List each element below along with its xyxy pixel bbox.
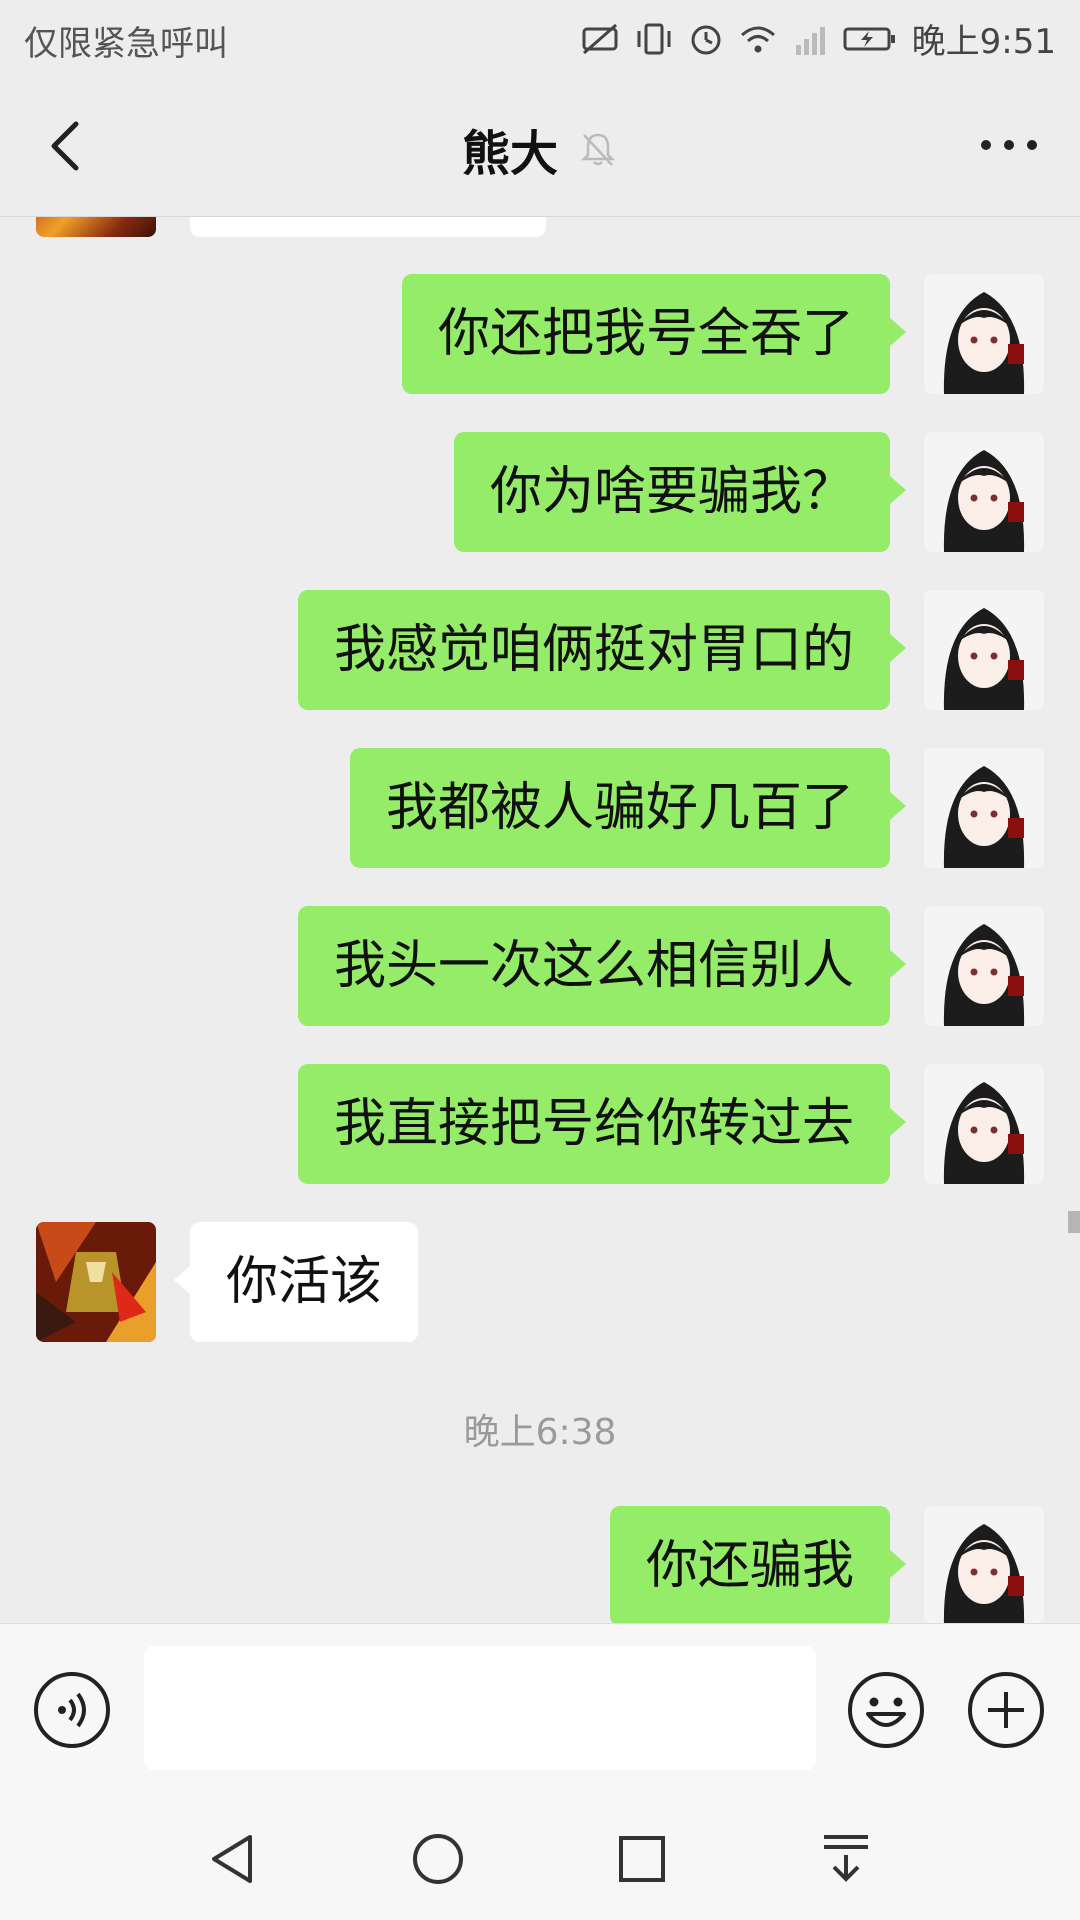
system-nav-bar: [0, 1797, 1080, 1920]
avatar-portrait-icon: [924, 432, 1044, 552]
chat-header: 熊大: [0, 76, 1080, 217]
plus-icon[interactable]: [966, 1670, 1046, 1750]
message-bubble-self[interactable]: 你还把我号全吞了: [401, 274, 907, 394]
nav-home-icon[interactable]: [408, 1829, 468, 1889]
message-bubble-self[interactable]: 我头一次这么相信别人: [297, 906, 907, 1026]
message-list[interactable]: 你还把我号全吞了 你为啥要骗我？ 我感觉咱俩挺对胃口的 我都被人骗好几百了 我头…: [0, 217, 1080, 1623]
bell-muted-icon: [580, 133, 616, 166]
message-bubble-other[interactable]: 你活该: [173, 1222, 419, 1342]
signal-icon: [795, 26, 825, 55]
message-timestamp: 晚上6:38: [463, 1412, 617, 1453]
message-bubble-self[interactable]: 我都被人骗好几百了: [349, 748, 907, 868]
message-bubble-self[interactable]: 我直接把号给你转过去: [297, 1064, 907, 1184]
alarm-icon: [691, 25, 721, 54]
wifi-icon: [740, 26, 775, 52]
self-avatar[interactable]: [924, 590, 1044, 710]
status-bar: 仅限紧急呼叫 晚上9:51: [0, 0, 1080, 76]
contact-avatar[interactable]: [36, 1222, 156, 1342]
more-dots-icon[interactable]: [974, 120, 1044, 170]
self-avatar[interactable]: [924, 748, 1044, 868]
nav-notification-pull-icon[interactable]: [816, 1829, 876, 1889]
battery-charging-icon: [843, 27, 895, 50]
avatar-portrait-icon: [924, 1506, 1044, 1623]
chat-screen: 仅限紧急呼叫 晚上9:51 熊大 你还把我号全吞了 你为啥要骗我？ 我感觉咱俩挺…: [0, 0, 1080, 1920]
input-bar: [0, 1623, 1080, 1798]
self-avatar[interactable]: [924, 1506, 1044, 1623]
avatar-portrait-icon: [924, 748, 1044, 868]
contact-avatar[interactable]: [36, 217, 156, 237]
scroll-indicator[interactable]: [1068, 1211, 1080, 1233]
nav-back-icon[interactable]: [204, 1829, 264, 1889]
nav-recents-icon[interactable]: [612, 1829, 672, 1889]
self-avatar[interactable]: [924, 432, 1044, 552]
self-avatar[interactable]: [924, 1064, 1044, 1184]
voice-icon[interactable]: [32, 1670, 112, 1750]
avatar-portrait-icon: [924, 906, 1044, 1026]
message-bubble-partial[interactable]: [190, 217, 546, 237]
avatar-portrait-icon: [924, 590, 1044, 710]
vibrate-icon: [637, 23, 671, 54]
emoji-icon[interactable]: [846, 1670, 926, 1750]
message-input[interactable]: [144, 1646, 816, 1770]
carrier-text: 仅限紧急呼叫: [24, 24, 228, 64]
nfc-off-icon: [582, 23, 618, 54]
message-bubble-self[interactable]: 你为啥要骗我？: [453, 432, 907, 552]
avatar-portrait-icon: [924, 274, 1044, 394]
self-avatar[interactable]: [924, 906, 1044, 1026]
chat-title[interactable]: 熊大: [462, 114, 558, 184]
status-icons: 晚上9:51: [580, 14, 1056, 63]
message-bubble-self[interactable]: 你还骗我: [609, 1506, 907, 1623]
self-avatar[interactable]: [924, 274, 1044, 394]
message-bubble-self[interactable]: 我感觉咱俩挺对胃口的: [297, 590, 907, 710]
avatar-robot-icon: [36, 1222, 156, 1342]
avatar-portrait-icon: [924, 1064, 1044, 1184]
status-time: 晚上9:51: [911, 22, 1056, 62]
